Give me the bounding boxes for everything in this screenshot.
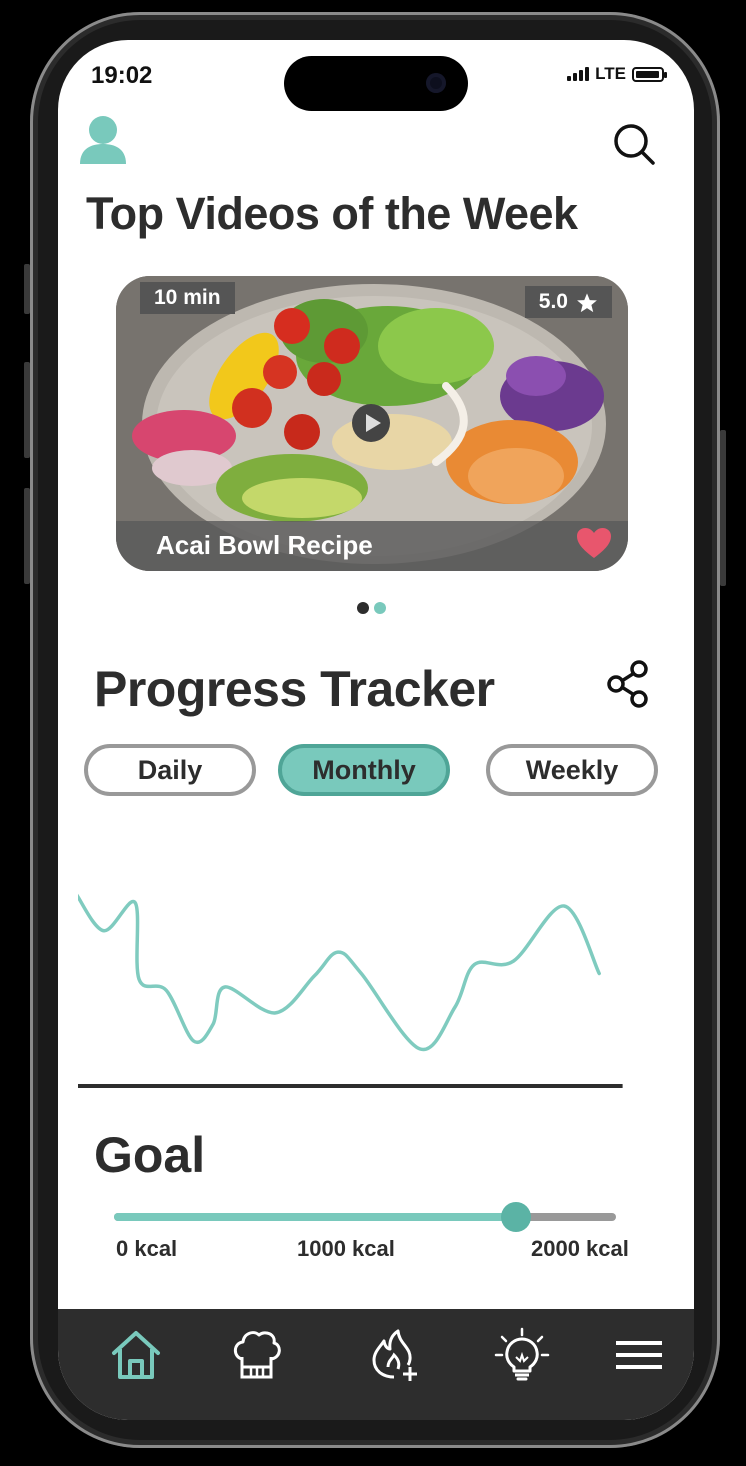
volume-up-button [24,362,30,458]
carousel-dot-active[interactable] [357,602,369,614]
user-icon[interactable] [78,114,128,168]
tab-daily[interactable]: Daily [84,744,256,796]
chart-axes [78,1084,623,1088]
status-time: 19:02 [91,62,153,89]
star-icon [577,293,597,313]
video-card[interactable]: 10 min 5.0 Acai Bowl Recipe [116,276,628,571]
battery-icon [632,66,667,82]
menu-icon[interactable] [612,1327,668,1383]
bottom-nav [58,1309,694,1420]
dynamic-island [284,56,468,111]
progress-line-chart: 2000-1500-1000-500-0-AprilMayJuneJulyAug… [78,893,623,1088]
app-screen: 19:02 LTE Top Videos of the Week 10 min … [58,40,694,1420]
chef-hat-icon[interactable] [228,1327,284,1383]
share-icon[interactable] [606,660,650,708]
period-tabs: Daily Monthly Weekly [84,744,658,796]
slider-min-label: 0 kcal [116,1236,178,1261]
signal-icon [567,67,590,81]
carousel-dot[interactable] [374,602,386,614]
carousel-dots [357,602,386,614]
duration-badge: 10 min [140,282,235,314]
tab-weekly[interactable]: Weekly [486,744,658,796]
status-bar: 19:02 LTE [58,40,694,111]
slider-max-label: 2000 kcal [531,1236,629,1261]
play-icon[interactable] [352,404,390,442]
progress-tracker-heading: Progress Tracker [94,661,495,717]
home-icon[interactable] [108,1327,164,1383]
network-label: LTE [595,64,626,83]
video-title: Acai Bowl Recipe [156,530,373,560]
rating-value: 5.0 [538,290,568,313]
series-line [78,893,601,1052]
front-camera [426,73,446,93]
volume-down-button [24,488,30,584]
top-videos-heading: Top Videos of the Week [86,188,578,239]
status-indicators: LTE [567,64,667,84]
goal-slider[interactable] [114,1202,616,1232]
mute-switch [24,264,30,314]
heart-icon[interactable] [576,527,612,559]
power-button [720,430,726,586]
slider-mid-label: 1000 kcal [297,1236,395,1261]
search-icon[interactable] [612,122,656,166]
rating-badge: 5.0 [524,286,612,318]
add-flame-icon[interactable] [368,1327,424,1383]
slider-thumb[interactable] [500,1202,531,1232]
goal-heading: Goal [94,1127,206,1183]
tab-monthly[interactable]: Monthly [278,744,450,796]
lightbulb-icon[interactable] [494,1327,550,1383]
slider-fill [114,1213,516,1221]
